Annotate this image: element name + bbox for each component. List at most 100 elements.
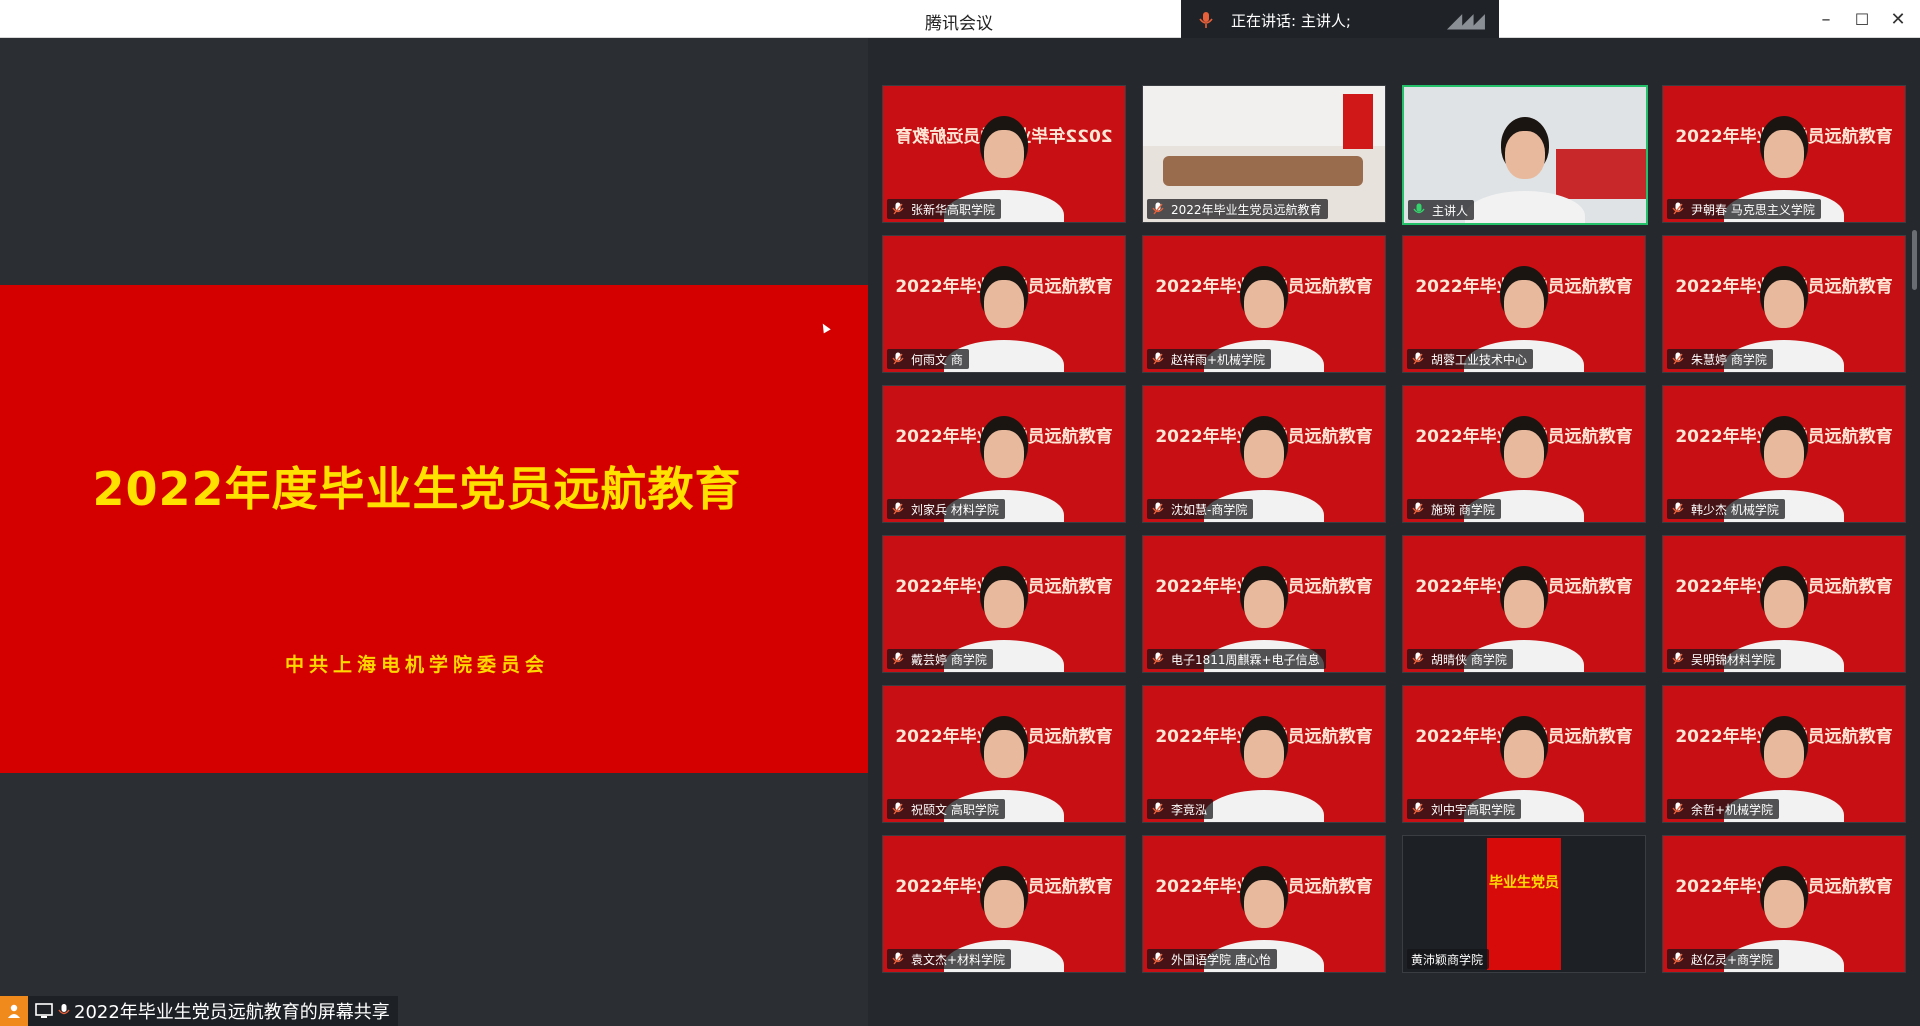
participant-tile[interactable]: 毕业生党员黄沛颖商学院 — [1402, 835, 1646, 973]
screen-share-icon — [34, 1001, 54, 1021]
microphone-muted-icon — [1671, 952, 1685, 966]
participant-name-label: 尹朝春 马克思主义学院 — [1667, 199, 1821, 219]
microphone-muted-icon — [1671, 352, 1685, 366]
participant-name-label: 电子1811周麒霖+电子信息 — [1147, 649, 1326, 669]
participant-tile[interactable]: 2022年毕业生党员远航教育张新华高职学院 — [882, 85, 1126, 223]
speaking-indicator[interactable]: 正在讲话: 主讲人; ◢◢◢ — [1181, 0, 1499, 40]
participant-name-label: 袁文杰+材料学院 — [887, 949, 1012, 969]
microphone-muted-icon — [891, 802, 905, 816]
screen-share-tag[interactable]: 2022年毕业生党员远航教育的屏幕共享 — [0, 996, 398, 1026]
participant-tile[interactable]: 2022年毕业生党员远航教育外国语学院 唐心怡 — [1142, 835, 1386, 973]
participant-tile[interactable]: 2022年毕业生党员远航教育尹朝春 马克思主义学院 — [1662, 85, 1906, 223]
participant-name: 赵祥雨+机械学院 — [1171, 352, 1266, 367]
microphone-icon — [1412, 203, 1426, 217]
slide-subtitle: 中共上海电机学院委员会 — [284, 654, 549, 676]
participant-name: 袁文杰+材料学院 — [911, 952, 1006, 967]
microphone-muted-icon — [1671, 202, 1685, 216]
mini-slide-title: 毕业生党员 — [1489, 875, 1559, 891]
participant-name: 尹朝春 马克思主义学院 — [1691, 202, 1815, 217]
maximize-button[interactable]: ☐ — [1848, 6, 1876, 32]
microphone-muted-icon — [1151, 952, 1165, 966]
microphone-muted-icon — [1151, 352, 1165, 366]
participant-name-label: 吴明锦材料学院 — [1667, 649, 1782, 669]
participant-tile[interactable]: 2022年毕业生党员远航教育刘家兵 材料学院 — [882, 385, 1126, 523]
participant-name-label: 黄沛颖商学院 — [1407, 949, 1490, 969]
participant-tile[interactable]: 2022年毕业生党员远航教育何雨文 商 — [882, 235, 1126, 373]
participant-name-label: 主讲人 — [1408, 200, 1475, 220]
microphone-muted-icon — [891, 202, 905, 216]
screen-share-label: 2022年毕业生党员远航教育的屏幕共享 — [74, 1002, 390, 1023]
participant-tile[interactable]: 2022年毕业生党员远航教育祝颐文 高职学院 — [882, 685, 1126, 823]
participant-tile[interactable]: 2022年毕业生党员远航教育赵祥雨+机械学院 — [1142, 235, 1386, 373]
participant-name-label: 韩少杰 机械学院 — [1667, 499, 1785, 519]
participant-name: 刘中宇高职学院 — [1431, 802, 1516, 817]
participant-name-label: 余哲+机械学院 — [1667, 799, 1780, 819]
participant-tile[interactable]: 2022年毕业生党员远航教育朱慧婷 商学院 — [1662, 235, 1906, 373]
participant-name: 祝颐文 高职学院 — [911, 802, 999, 817]
participant-tile[interactable]: 2022年毕业生党员远航教育施琬 商学院 — [1402, 385, 1646, 523]
participant-tile[interactable]: 2022年毕业生党员远航教育胡晴侠 商学院 — [1402, 535, 1646, 673]
microphone-muted-icon — [1411, 802, 1425, 816]
microphone-muted-icon — [1671, 802, 1685, 816]
participant-tile[interactable]: 2022年毕业生党员远航教育电子1811周麒霖+电子信息 — [1142, 535, 1386, 673]
participant-tile[interactable]: 2022年毕业生党员远航教育胡蓉工业技术中心 — [1402, 235, 1646, 373]
video-gallery: 2022年毕业生党员远航教育张新华高职学院 2022年毕业生党员远航教育 主讲人 20… — [868, 38, 1920, 1026]
title-bar: 腾讯会议 正在讲话: 主讲人; ◢◢◢ – ☐ ✕ — [0, 0, 1920, 40]
participant-tile[interactable]: 主讲人 — [1402, 85, 1648, 225]
participant-name-label: 赵亿灵+商学院 — [1667, 949, 1780, 969]
participant-tile[interactable]: 2022年毕业生党员远航教育刘中宇高职学院 — [1402, 685, 1646, 823]
participant-name: 2022年毕业生党员远航教育 — [1171, 202, 1322, 217]
microphone-muted-icon — [891, 952, 905, 966]
drag-handle-icon[interactable]: ◢◢◢ — [1447, 8, 1485, 32]
participant-name-label: 李竟泓 — [1147, 799, 1214, 819]
participant-name-label: 胡蓉工业技术中心 — [1407, 349, 1534, 369]
shared-screen[interactable]: 2022年度毕业生党员远航教育 中共上海电机学院委员会 2022年毕业生党员远航… — [0, 38, 868, 1026]
participant-name: 李竟泓 — [1171, 802, 1208, 817]
speaking-text: 正在讲话: 主讲人; — [1231, 11, 1351, 30]
participant-name: 余哲+机械学院 — [1691, 802, 1774, 817]
participant-name: 黄沛颖商学院 — [1411, 952, 1484, 967]
participant-name: 吴明锦材料学院 — [1691, 652, 1776, 667]
slide-title: 2022年度毕业生党员远航教育 — [92, 462, 742, 516]
participant-name-label: 张新华高职学院 — [887, 199, 1002, 219]
close-button[interactable]: ✕ — [1884, 6, 1912, 32]
microphone-muted-icon — [1411, 652, 1425, 666]
participant-name: 张新华高职学院 — [911, 202, 996, 217]
microphone-icon — [54, 1001, 74, 1021]
microphone-muted-icon — [1151, 652, 1165, 666]
participant-name: 施琬 商学院 — [1431, 502, 1495, 517]
gallery-scrollbar[interactable] — [1912, 230, 1917, 290]
participant-tile[interactable]: 2022年毕业生党员远航教育袁文杰+材料学院 — [882, 835, 1126, 973]
participant-tile[interactable]: 2022年毕业生党员远航教育吴明锦材料学院 — [1662, 535, 1906, 673]
participant-name: 电子1811周麒霖+电子信息 — [1171, 652, 1320, 667]
microphone-muted-icon — [1411, 502, 1425, 516]
participant-tile[interactable]: 2022年毕业生党员远航教育余哲+机械学院 — [1662, 685, 1906, 823]
participant-name: 朱慧婷 商学院 — [1691, 352, 1767, 367]
microphone-muted-icon — [1151, 202, 1165, 216]
participant-name: 戴芸婷 商学院 — [911, 652, 987, 667]
participant-name: 刘家兵 材料学院 — [911, 502, 999, 517]
participant-tile[interactable]: 2022年毕业生党员远航教育韩少杰 机械学院 — [1662, 385, 1906, 523]
minimize-button[interactable]: – — [1812, 6, 1840, 32]
participant-name-label: 朱慧婷 商学院 — [1667, 349, 1773, 369]
participant-name: 沈如慧-商学院 — [1171, 502, 1248, 517]
microphone-muted-icon — [1671, 652, 1685, 666]
participant-tile[interactable]: 2022年毕业生党员远航教育 — [1142, 85, 1386, 223]
participant-name: 胡晴侠 商学院 — [1431, 652, 1507, 667]
participant-name: 韩少杰 机械学院 — [1691, 502, 1779, 517]
participant-name-label: 刘家兵 材料学院 — [887, 499, 1005, 519]
participant-tile[interactable]: 2022年毕业生党员远航教育戴芸婷 商学院 — [882, 535, 1126, 673]
microphone-muted-icon — [891, 352, 905, 366]
participant-name-label: 外国语学院 唐心怡 — [1147, 949, 1277, 969]
shared-slide-thumbnail: 毕业生党员 — [1487, 838, 1561, 970]
participant-name-label: 沈如慧-商学院 — [1147, 499, 1254, 519]
participant-tile[interactable]: 2022年毕业生党员远航教育赵亿灵+商学院 — [1662, 835, 1906, 973]
participant-name-label: 赵祥雨+机械学院 — [1147, 349, 1272, 369]
participants-icon — [0, 996, 28, 1026]
participant-tile[interactable]: 2022年毕业生党员远航教育李竟泓 — [1142, 685, 1386, 823]
microphone-muted-icon — [1411, 352, 1425, 366]
participant-tile[interactable]: 2022年毕业生党员远航教育沈如慧-商学院 — [1142, 385, 1386, 523]
participant-name-label: 2022年毕业生党员远航教育 — [1147, 199, 1328, 219]
participant-name-label: 祝颐文 高职学院 — [887, 799, 1005, 819]
microphone-muted-icon — [1151, 802, 1165, 816]
